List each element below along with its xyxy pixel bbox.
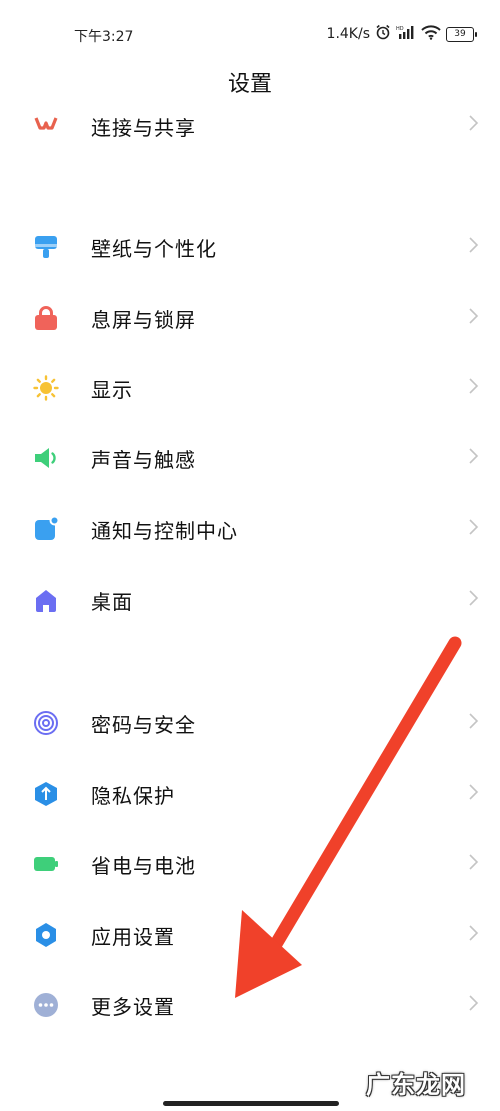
settings-item-label: 显示: [91, 378, 133, 402]
settings-item-lock-screen[interactable]: 息屏与锁屏: [0, 289, 500, 345]
settings-item-app-settings[interactable]: 应用设置: [0, 906, 500, 962]
speaker-icon: [33, 445, 59, 471]
hd-signal-icon: HD: [396, 24, 416, 44]
sun-icon: [33, 375, 59, 401]
settings-item-battery[interactable]: 省电与电池: [0, 835, 500, 891]
wifi-icon: [421, 24, 441, 44]
chevron-right-icon: [468, 234, 480, 256]
settings-item-label: 更多设置: [91, 995, 175, 1019]
settings-item-connection-share[interactable]: 连接与共享: [0, 104, 500, 144]
alarm-icon: [375, 24, 391, 44]
connection-share-icon: [33, 112, 59, 138]
watermark: 广东龙网: [366, 1071, 466, 1099]
gear-icon: [33, 922, 59, 948]
fingerprint-icon: [33, 710, 59, 736]
notification-icon: [33, 515, 60, 542]
lock-icon: [33, 305, 59, 331]
settings-item-notification[interactable]: 通知与控制中心: [0, 500, 500, 556]
chevron-right-icon: [468, 710, 480, 732]
status-time: 下午3:27: [74, 29, 134, 45]
chevron-right-icon: [468, 375, 480, 397]
status-indicators: 1.4K/s HD 39: [326, 24, 477, 44]
chevron-right-icon: [468, 445, 480, 467]
settings-item-more-settings[interactable]: 更多设置: [0, 976, 500, 1032]
settings-item-privacy[interactable]: 隐私保护: [0, 765, 500, 821]
settings-item-label: 密码与安全: [91, 713, 196, 737]
network-speed: 1.4K/s: [326, 26, 370, 42]
chevron-right-icon: [468, 516, 480, 538]
page-title: 设置: [227, 72, 272, 97]
settings-item-label: 连接与共享: [91, 116, 196, 140]
chevron-right-icon: [468, 922, 480, 944]
settings-item-label: 桌面: [91, 590, 133, 614]
home-indicator[interactable]: [163, 1101, 339, 1106]
settings-item-label: 通知与控制中心: [91, 519, 238, 543]
home-icon: [33, 587, 59, 613]
chevron-right-icon: [468, 851, 480, 873]
chevron-right-icon: [468, 112, 480, 134]
privacy-shield-icon: [33, 781, 59, 807]
settings-item-label: 隐私保护: [91, 784, 175, 808]
settings-item-display[interactable]: 显示: [0, 359, 500, 415]
chevron-right-icon: [468, 781, 480, 803]
settings-item-label: 声音与触感: [91, 448, 196, 472]
settings-item-sound[interactable]: 声音与触感: [0, 429, 500, 485]
chevron-right-icon: [468, 992, 480, 1014]
settings-item-desktop[interactable]: 桌面: [0, 571, 500, 627]
settings-item-wallpaper[interactable]: 壁纸与个性化: [0, 218, 500, 274]
battery-icon: 39: [446, 26, 477, 42]
settings-item-label: 壁纸与个性化: [91, 237, 217, 261]
svg-text:HD: HD: [396, 26, 404, 32]
settings-item-label: 应用设置: [91, 925, 175, 949]
settings-item-label: 息屏与锁屏: [91, 308, 196, 332]
chevron-right-icon: [468, 587, 480, 609]
more-icon: [33, 992, 59, 1018]
chevron-right-icon: [468, 305, 480, 327]
wallpaper-icon: [33, 234, 59, 260]
settings-item-label: 省电与电池: [91, 854, 196, 878]
battery-saver-icon: [33, 851, 59, 877]
status-bar: 下午3:27 1.4K/s HD 39: [0, 0, 500, 60]
settings-item-password-security[interactable]: 密码与安全: [0, 694, 500, 750]
